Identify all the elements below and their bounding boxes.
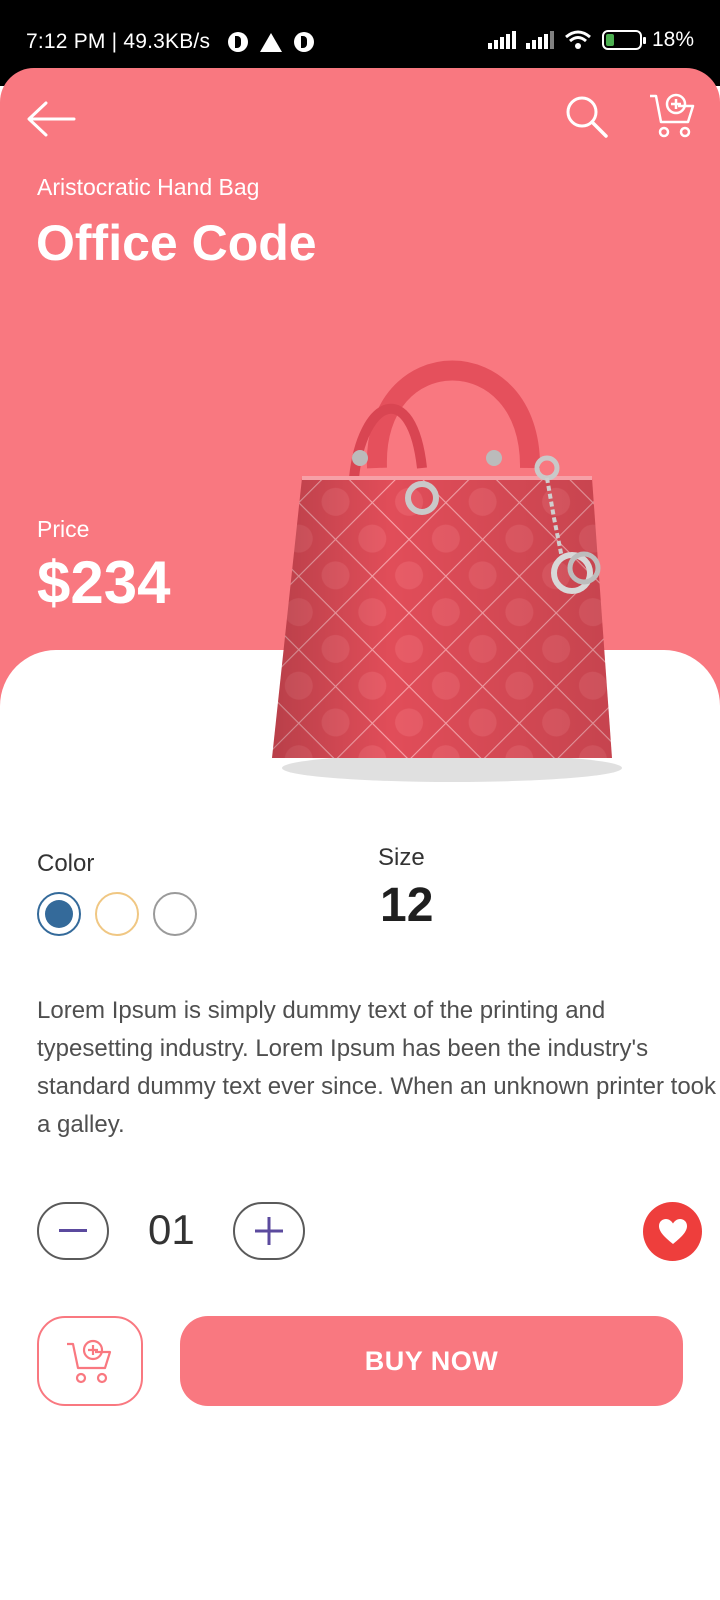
product-image <box>272 360 622 782</box>
color-swatch-gold[interactable] <box>95 892 139 936</box>
search-icon[interactable] <box>564 94 610 140</box>
color-swatch-grey[interactable] <box>153 892 197 936</box>
cart-add-icon <box>67 1339 112 1384</box>
heart-icon <box>658 1218 687 1244</box>
price-value: $234 <box>37 549 171 616</box>
color-swatch-blue[interactable] <box>37 892 81 936</box>
battery-percent: 18% <box>651 28 694 51</box>
favorite-button[interactable] <box>643 1202 702 1261</box>
price-label: Price <box>37 516 90 542</box>
quantity-decrease-button[interactable] <box>37 1202 109 1260</box>
arrow-left-icon[interactable] <box>24 96 78 142</box>
status-system-icons: 18% <box>487 28 694 52</box>
color-options <box>37 892 197 936</box>
cart-add-icon[interactable] <box>648 92 698 142</box>
plus-icon <box>255 1217 283 1245</box>
battery-icon <box>601 30 646 50</box>
add-to-cart-button[interactable] <box>37 1316 143 1406</box>
product-title: Office Code <box>36 215 317 271</box>
quantity-value: 01 <box>148 1206 195 1253</box>
signal-icon <box>525 31 554 49</box>
product-description: Lorem Ipsum is simply dummy text of the … <box>37 997 717 1138</box>
buy-now-button[interactable]: BUY NOW <box>180 1316 683 1406</box>
size-label: Size <box>378 844 425 871</box>
quantity-increase-button[interactable] <box>233 1202 305 1260</box>
size-value: 12 <box>380 879 434 932</box>
wifi-icon <box>565 30 591 49</box>
status-time-speed: 7:12 PM | 49.3KB/s <box>26 30 211 53</box>
product-subtitle: Aristocratic Hand Bag <box>37 174 260 200</box>
color-label: Color <box>37 850 95 877</box>
status-notification-icons <box>228 32 314 52</box>
minus-icon <box>59 1229 87 1232</box>
warning-icon <box>260 32 282 52</box>
notification-app-icon <box>294 32 314 52</box>
notification-app-icon <box>228 32 248 52</box>
signal-icon <box>487 31 516 49</box>
